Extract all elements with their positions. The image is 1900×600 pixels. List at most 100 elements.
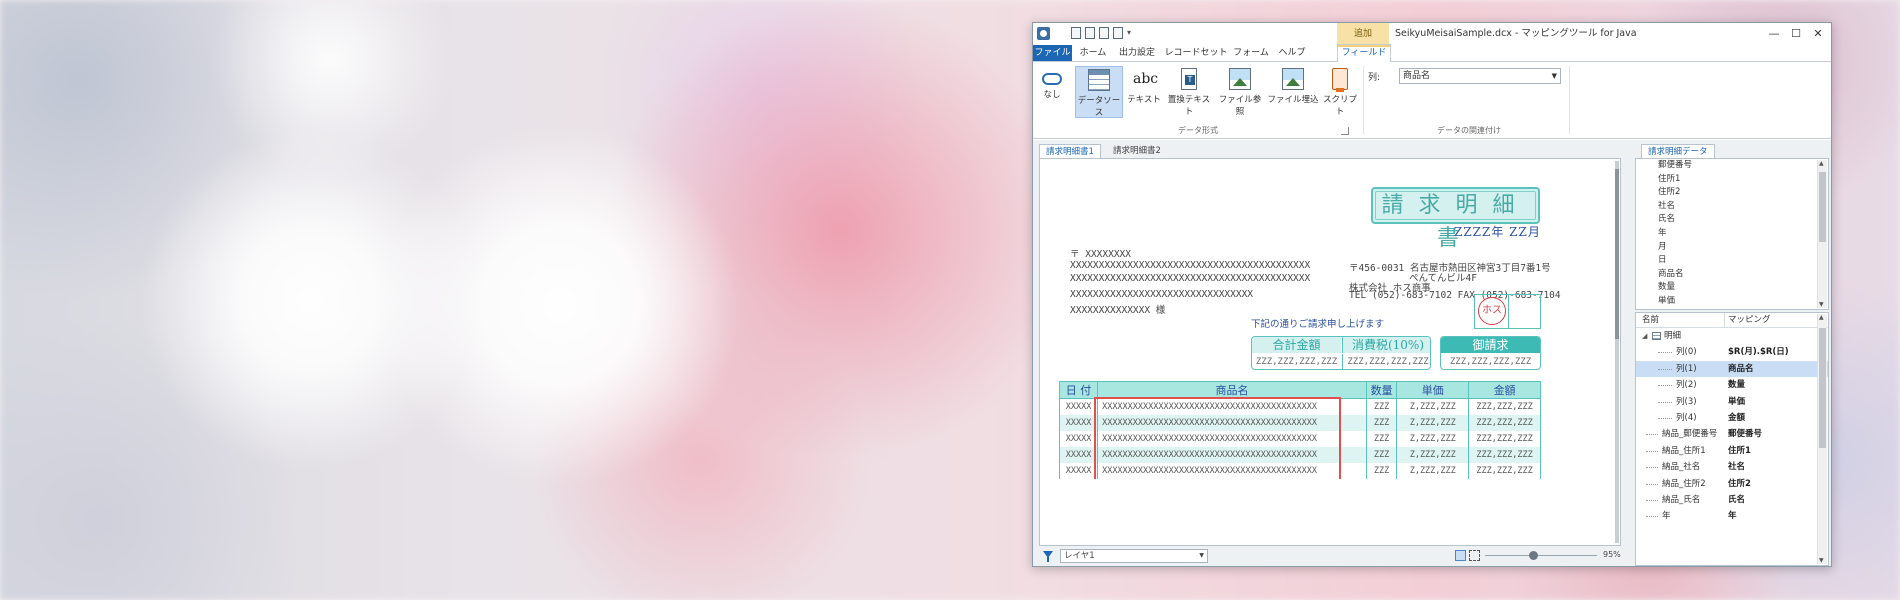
script-button[interactable]: スクリプト <box>1321 66 1359 118</box>
invoice-title[interactable]: 請求明細書 <box>1371 187 1540 251</box>
cell-unit-price[interactable]: Z,ZZZ,ZZZ <box>1396 415 1470 431</box>
cell-quantity[interactable]: ZZZ <box>1365 431 1398 447</box>
list-item[interactable]: 月 <box>1636 241 1828 255</box>
list-item[interactable]: 氏名 <box>1636 213 1828 227</box>
open-doc-icon[interactable] <box>1099 27 1109 39</box>
cell-quantity[interactable]: ZZZ <box>1365 398 1398 415</box>
layer-select[interactable]: レイヤ1 ▼ <box>1060 549 1208 563</box>
none-button[interactable]: なし <box>1037 66 1067 118</box>
list-item[interactable]: 日 <box>1636 254 1828 268</box>
file-embed-button[interactable]: ファイル埋込 <box>1267 66 1319 118</box>
tree-row[interactable]: 列(2) 数量 <box>1636 377 1828 393</box>
tab-help[interactable]: ヘルプ <box>1273 45 1311 61</box>
table-row[interactable]: XXXXX XXXXXXXXXXXXXXXXXXXXXXXXXXXXXXXXXX… <box>1058 431 1541 447</box>
recipient-address-2[interactable]: XXXXXXXXXXXXXXXXXXXXXXXXXXXXXXXXXXXXXXXX… <box>1070 273 1310 284</box>
replace-text-button[interactable]: 置換テキスト <box>1165 66 1213 118</box>
zoom-slider-track[interactable] <box>1485 555 1597 556</box>
file-reference-button[interactable]: ファイル参照 <box>1215 66 1265 118</box>
expand-triangle-icon[interactable]: ◢ <box>1642 328 1647 344</box>
tree-row[interactable]: ◢ 明細 <box>1636 328 1828 344</box>
cell-item-name[interactable]: XXXXXXXXXXXXXXXXXXXXXXXXXXXXXXXXXXXXXXXX… <box>1097 431 1367 447</box>
table-row[interactable]: XXXXX XXXXXXXXXXXXXXXXXXXXXXXXXXXXXXXXXX… <box>1058 463 1541 479</box>
list-item[interactable]: 社名 <box>1636 200 1828 214</box>
cell-amount[interactable]: ZZZ,ZZZ,ZZZ <box>1468 463 1541 479</box>
close-button[interactable]: ✕ <box>1807 23 1829 45</box>
cell-amount[interactable]: ZZZ,ZZZ,ZZZ <box>1468 398 1541 415</box>
cell-item-name[interactable]: XXXXXXXXXXXXXXXXXXXXXXXXXXXXXXXXXXXXXXXX… <box>1097 447 1367 463</box>
cell-unit-price[interactable]: Z,ZZZ,ZZZ <box>1396 463 1470 479</box>
cell-amount[interactable]: ZZZ,ZZZ,ZZZ <box>1468 447 1541 463</box>
field-list-scrollbar[interactable] <box>1817 160 1827 308</box>
tree-row[interactable]: 納品_社名 社名 <box>1636 459 1828 475</box>
tree-row[interactable]: 納品_住所1 住所1 <box>1636 443 1828 459</box>
new-doc-icon[interactable] <box>1085 27 1095 39</box>
zoom-slider-thumb[interactable] <box>1529 551 1538 560</box>
list-item[interactable]: 数量 <box>1636 281 1828 295</box>
invoice-date[interactable]: ZZZZ年 ZZ月 <box>1454 223 1541 240</box>
tab-form[interactable]: フォーム <box>1231 45 1271 61</box>
print-icon[interactable] <box>1113 27 1123 39</box>
customize-dropdown-icon[interactable]: ▾ <box>1127 27 1135 39</box>
list-item[interactable]: 住所2 <box>1636 186 1828 200</box>
tree-row[interactable]: 年 年 <box>1636 508 1828 524</box>
fit-page-icon[interactable] <box>1469 550 1480 561</box>
document-canvas[interactable]: 請求明細書 ZZZZ年 ZZ月 〒 XXXXXXXX XXXXXXXXXXXXX… <box>1039 158 1621 546</box>
recipient-company[interactable]: XXXXXXXXXXXXXXXXXXXXXXXXXXXXXXXX <box>1070 289 1253 300</box>
cell-quantity[interactable]: ZZZ <box>1365 415 1398 431</box>
tab-recordset[interactable]: レコードセット <box>1163 45 1229 61</box>
cell-unit-price[interactable]: Z,ZZZ,ZZZ <box>1396 431 1470 447</box>
list-item[interactable]: 商品名 <box>1636 268 1828 282</box>
minimize-button[interactable]: — <box>1763 23 1785 45</box>
tree-row[interactable]: 列(3) 単価 <box>1636 394 1828 410</box>
tab-invoice-1[interactable]: 請求明細書1 <box>1039 144 1101 159</box>
cell-unit-price[interactable]: Z,ZZZ,ZZZ <box>1396 447 1470 463</box>
tab-field[interactable]: フィールド <box>1337 44 1391 63</box>
cell-item-name[interactable]: XXXXXXXXXXXXXXXXXXXXXXXXXXXXXXXXXXXXXXXX… <box>1097 415 1367 431</box>
recipient-postal[interactable]: 〒 XXXXXXXX <box>1070 246 1131 260</box>
tree-row-selected[interactable]: 列(1) 商品名 <box>1636 360 1828 378</box>
cell-amount[interactable]: ZZZ,ZZZ,ZZZ <box>1468 431 1541 447</box>
scrollbar-thumb[interactable] <box>1819 328 1826 448</box>
tree-row[interactable]: 列(4) 金額 <box>1636 410 1828 426</box>
tree-row[interactable]: 列(0) $R(月).$R(日) <box>1636 344 1828 360</box>
tab-output-settings[interactable]: 出力設定 <box>1113 45 1161 61</box>
stamp-box[interactable]: ホス <box>1474 294 1541 329</box>
billing-notice[interactable]: 下記の通りご請求申し上げます <box>1251 316 1384 330</box>
bill-box[interactable]: 御請求 ZZZ,ZZZ,ZZZ,ZZZ <box>1440 336 1541 370</box>
recipient-person[interactable]: XXXXXXXXXXXXXX 様 <box>1070 302 1165 316</box>
tab-file[interactable]: ファイル <box>1033 45 1072 61</box>
list-item[interactable]: 単価 <box>1636 295 1828 309</box>
maximize-button[interactable]: ☐ <box>1785 23 1807 45</box>
text-button[interactable]: abc テキスト <box>1125 66 1163 118</box>
recipient-address-1[interactable]: XXXXXXXXXXXXXXXXXXXXXXXXXXXXXXXXXXXXXXXX… <box>1070 260 1310 271</box>
list-item[interactable]: 郵便番号 <box>1636 159 1828 173</box>
tree-row[interactable]: 納品_郵便番号 郵便番号 <box>1636 426 1828 442</box>
document-scrollbar[interactable] <box>1615 161 1619 543</box>
cell-item-name[interactable]: XXXXXXXXXXXXXXXXXXXXXXXXXXXXXXXXXXXXXXXX… <box>1097 463 1367 479</box>
datasource-button[interactable]: データソース <box>1075 66 1123 118</box>
cell-item-name[interactable]: XXXXXXXXXXXXXXXXXXXXXXXXXXXXXXXXXXXXXXXX… <box>1097 398 1367 415</box>
table-row[interactable]: XXXXX XXXXXXXXXXXXXXXXXXXXXXXXXXXXXXXXXX… <box>1058 415 1541 431</box>
fit-width-icon[interactable] <box>1455 550 1466 561</box>
list-item[interactable]: 年 <box>1636 227 1828 241</box>
cell-amount[interactable]: ZZZ,ZZZ,ZZZ <box>1468 415 1541 431</box>
cell-date[interactable]: XXXXX <box>1058 431 1099 447</box>
tree-row[interactable]: 納品_住所2 住所2 <box>1636 476 1828 492</box>
cell-date[interactable]: XXXXX <box>1058 398 1099 415</box>
tab-invoice-data[interactable]: 請求明細データ <box>1641 144 1715 159</box>
app-icon[interactable] <box>1037 27 1050 40</box>
cell-date[interactable]: XXXXX <box>1058 447 1099 463</box>
header-mapping[interactable]: マッピング <box>1728 313 1771 327</box>
cell-date[interactable]: XXXXX <box>1058 463 1099 479</box>
cell-quantity[interactable]: ZZZ <box>1365 463 1398 479</box>
cell-unit-price[interactable]: Z,ZZZ,ZZZ <box>1396 398 1470 415</box>
column-select[interactable]: 商品名 ▼ <box>1399 68 1561 84</box>
filter-icon[interactable] <box>1043 551 1053 562</box>
table-row[interactable]: XXXXX XXXXXXXXXXXXXXXXXXXXXXXXXXXXXXXXXX… <box>1058 447 1541 463</box>
scrollbar-thumb[interactable] <box>1819 172 1826 242</box>
tree-row[interactable]: 納品_氏名 氏名 <box>1636 492 1828 508</box>
tab-home[interactable]: ホーム <box>1075 45 1111 61</box>
save-icon[interactable] <box>1071 27 1081 39</box>
cell-date[interactable]: XXXXX <box>1058 415 1099 431</box>
cell-quantity[interactable]: ZZZ <box>1365 447 1398 463</box>
